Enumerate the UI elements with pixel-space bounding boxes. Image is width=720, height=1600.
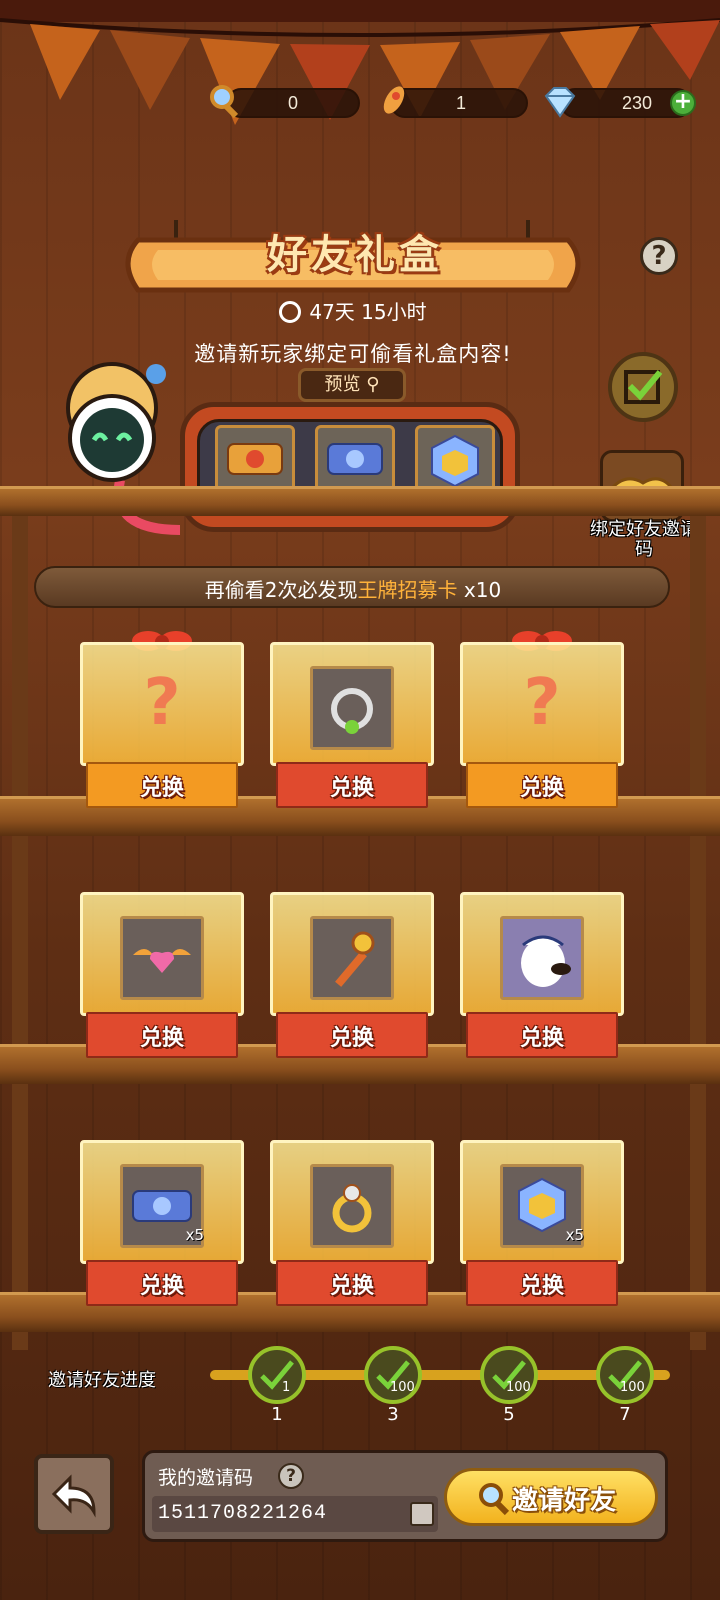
countdown-timer: 47天 15小时: [0, 296, 706, 325]
item-frame: [120, 916, 204, 1000]
magnifier-resource: 0: [226, 88, 360, 118]
search-icon: [479, 1483, 510, 1516]
exchange-button[interactable]: 兑换: [86, 1268, 238, 1300]
diamond-count: 230: [621, 93, 652, 113]
preview-label: 预览: [324, 374, 361, 395]
check-reward-icon: [260, 1360, 294, 1390]
notice-suffix: x10: [457, 578, 502, 602]
item-box[interactable]: 兑换: [270, 892, 434, 1058]
checkmark-icon: [624, 370, 663, 404]
invite-code-title: 我的邀请码: [158, 1467, 254, 1489]
exchange-button[interactable]: 兑换: [276, 1268, 428, 1300]
copy-icon[interactable]: [410, 1502, 434, 1526]
invite-progress-label: 邀请好友进度: [48, 1370, 156, 1391]
task-check-button[interactable]: [608, 352, 678, 422]
node-count: 100: [620, 1380, 645, 1395]
question-mark-icon: ?: [143, 666, 181, 740]
item-frame: [310, 666, 394, 750]
progress-reward-node[interactable]: [596, 1346, 654, 1404]
node-step: 3: [387, 1404, 399, 1425]
winged-heart-icon: [133, 949, 191, 973]
notice-text: 再偷看2次必发现王牌招募卡 x10: [0, 574, 706, 603]
item-qty: x5: [565, 1226, 584, 1244]
progress-reward-node[interactable]: [248, 1346, 306, 1404]
node-count: 100: [506, 1380, 531, 1395]
item-box[interactable]: x5 兑换: [80, 1140, 244, 1306]
scepter-icon: [335, 931, 375, 987]
item-box[interactable]: 兑换: [460, 892, 624, 1058]
node-count: 100: [390, 1380, 415, 1395]
exchange-button[interactable]: 兑换: [86, 770, 238, 802]
page-title: 好友礼盒: [267, 232, 443, 278]
notice-prefix: 再偷看2次必发现: [204, 578, 358, 602]
diamond-icon: [544, 87, 576, 118]
item-box[interactable]: 兑换: [270, 642, 434, 808]
shelf-board-top: [0, 486, 720, 516]
clock-icon: [279, 301, 302, 323]
node-step: 5: [503, 1404, 515, 1425]
exchange-button[interactable]: 兑换: [466, 1268, 618, 1300]
exchange-button[interactable]: 兑换: [466, 1020, 618, 1052]
ring-icon: [331, 688, 373, 734]
shelf-post-right: [690, 490, 706, 1350]
node-step: 1: [271, 1404, 283, 1425]
progress-reward-node[interactable]: [480, 1346, 538, 1404]
friend-gift-box-screen: 0 1 230 + 好友礼盒 ? 47天 15小时 邀请新玩家绑定可偷看礼盒内容…: [0, 0, 720, 1600]
node-step: 7: [619, 1404, 631, 1425]
invite-code-value: 1511708221264: [158, 1502, 328, 1525]
gold-ring-icon: [332, 1184, 372, 1233]
item-frame: [500, 916, 584, 1000]
gift-box[interactable]: ? 兑换: [80, 631, 244, 808]
invite-friend-label[interactable]: 邀请好友: [512, 1480, 616, 1517]
ticket-icon: [327, 443, 383, 475]
exchange-button[interactable]: 兑换: [86, 1020, 238, 1052]
shelf-post-left: [12, 490, 28, 1350]
item-box[interactable]: 兑换: [80, 892, 244, 1058]
bind-friend-code-label[interactable]: 绑定好友邀请码: [588, 520, 700, 560]
exchange-button[interactable]: 兑换: [276, 1020, 428, 1052]
invite-code-help-button[interactable]: ?: [278, 1463, 304, 1489]
back-button[interactable]: [34, 1454, 114, 1534]
item-frame: [310, 916, 394, 1000]
item-box[interactable]: 兑换: [270, 1140, 434, 1306]
gift-box[interactable]: ? 兑换: [460, 631, 624, 808]
search-icon: ⚲: [360, 374, 380, 395]
exchange-button[interactable]: 兑换: [276, 770, 428, 802]
question-mark-icon: ?: [523, 666, 561, 740]
preview-tab[interactable]: 预览 ⚲: [298, 368, 406, 402]
help-button[interactable]: ?: [640, 237, 678, 275]
add-diamond-button[interactable]: +: [670, 90, 696, 116]
dog-character-icon: [521, 935, 571, 987]
node-count: 1: [282, 1380, 291, 1395]
exchange-button[interactable]: 兑换: [466, 770, 618, 802]
bunting-decoration: [0, 0, 720, 125]
progress-reward-node[interactable]: [364, 1346, 422, 1404]
item-box[interactable]: x5 兑换: [460, 1140, 624, 1306]
trump-card-icon: [227, 443, 283, 475]
back-arrow-icon: [51, 1474, 96, 1518]
cube-icon: [431, 434, 479, 488]
item-qty: x5: [185, 1226, 204, 1244]
rocket-icon: [383, 86, 405, 114]
magnifier-icon: [210, 85, 239, 119]
rocket-count: 1: [455, 93, 466, 113]
countdown-text: 47天 15小时: [309, 300, 427, 324]
magnifier-count: 0: [287, 93, 298, 113]
notice-highlight: 王牌招募卡: [357, 578, 458, 602]
item-frame: [310, 1164, 394, 1248]
